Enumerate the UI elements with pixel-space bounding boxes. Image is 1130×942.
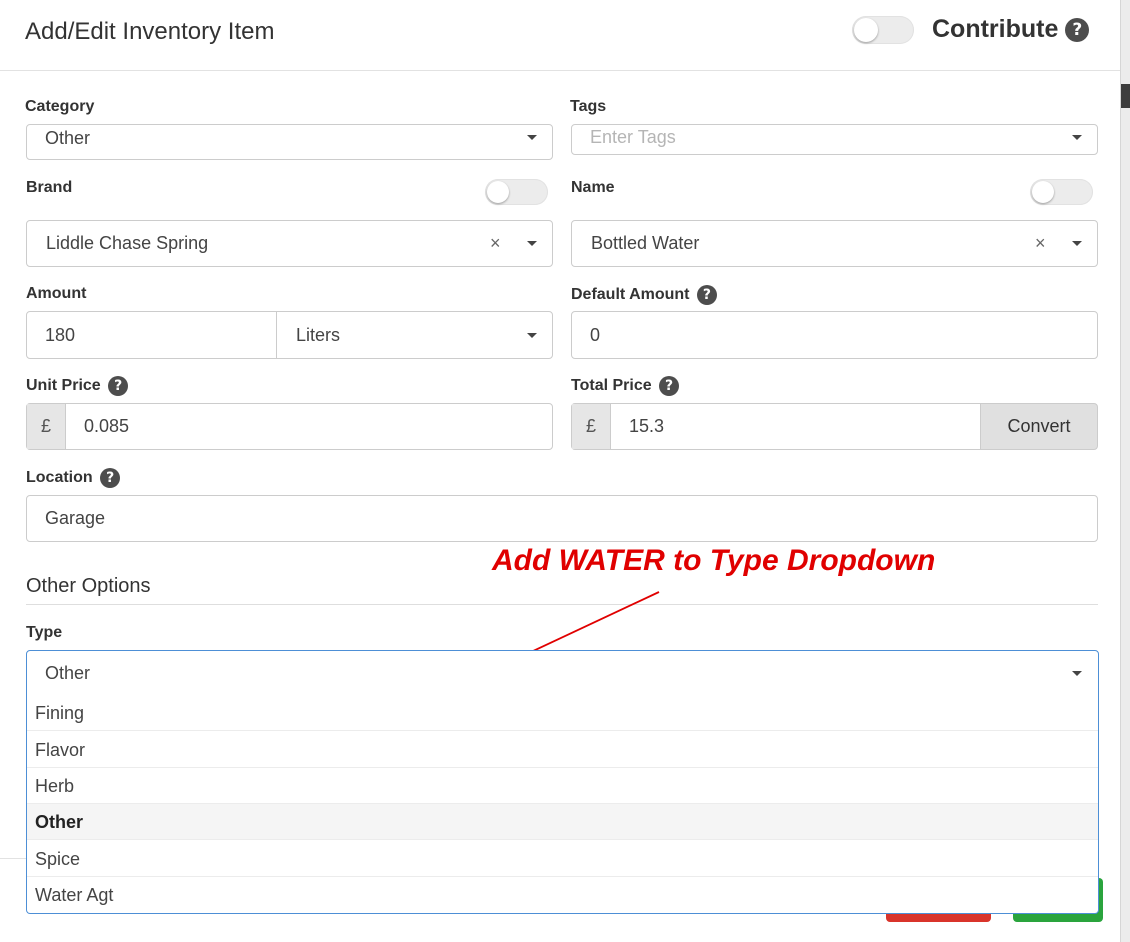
section-divider <box>26 604 1098 605</box>
help-icon[interactable]: ? <box>1065 18 1090 43</box>
location-value: Garage <box>45 508 106 528</box>
clear-icon[interactable]: × <box>490 233 501 254</box>
location-input[interactable]: Garage <box>26 495 1098 542</box>
category-select[interactable]: Other <box>26 124 553 160</box>
unit-price-label: Unit Price ? <box>26 376 129 396</box>
type-label: Type <box>26 624 63 641</box>
help-icon[interactable]: ? <box>696 285 717 305</box>
type-option-water-agt[interactable]: Water Agt <box>27 877 1098 913</box>
unit-price-value: 0.085 <box>84 416 130 436</box>
header-divider <box>0 70 1120 71</box>
amount-label: Amount <box>26 285 87 302</box>
category-value: Other <box>45 128 91 148</box>
unit-price-input-group[interactable]: £ 0.085 <box>26 403 553 450</box>
footer-divider <box>0 858 26 859</box>
amount-input[interactable]: 180 <box>26 311 277 359</box>
default-amount-value: 0 <box>590 325 601 345</box>
caret-down-icon <box>527 135 537 140</box>
total-price-label: Total Price ? <box>571 376 680 396</box>
section-title: Other Options <box>26 575 151 597</box>
brand-label: Brand <box>26 179 73 196</box>
total-price-text: Total Price <box>571 377 652 395</box>
modal-title: Add/Edit Inventory Item <box>25 18 275 45</box>
contribute-label: Contribute ? <box>932 15 1090 44</box>
window-scrollbar[interactable] <box>1120 0 1130 942</box>
amount-unit-select[interactable]: Liters <box>276 311 553 359</box>
name-select[interactable]: Bottled Water × <box>571 220 1098 267</box>
default-amount-text: Default Amount <box>571 286 690 304</box>
caret-down-icon <box>1072 241 1082 246</box>
contribute-toggle[interactable] <box>852 16 914 44</box>
type-option-fining[interactable]: Fining <box>27 695 1098 731</box>
type-select[interactable]: Other <box>26 650 1099 696</box>
total-price-input-group[interactable]: £ 15.3 <box>571 403 982 450</box>
toggle-knob <box>854 18 878 42</box>
tags-placeholder: Enter Tags <box>590 127 676 147</box>
clear-icon[interactable]: × <box>1035 233 1046 254</box>
scrollbar-thumb[interactable] <box>1121 84 1130 108</box>
total-price-value: 15.3 <box>629 416 665 436</box>
toggle-knob <box>1032 181 1054 203</box>
convert-button[interactable]: Convert <box>980 403 1098 450</box>
name-label: Name <box>571 179 615 196</box>
type-option-flavor[interactable]: Flavor <box>27 732 1098 768</box>
caret-down-icon <box>1072 671 1082 676</box>
help-icon[interactable]: ? <box>108 376 129 396</box>
name-toggle[interactable] <box>1030 179 1093 205</box>
brand-select[interactable]: Liddle Chase Spring × <box>26 220 553 267</box>
caret-down-icon <box>527 333 537 338</box>
caret-down-icon <box>1072 135 1082 140</box>
brand-value: Liddle Chase Spring <box>46 233 209 253</box>
help-icon[interactable]: ? <box>100 468 121 488</box>
brand-toggle[interactable] <box>485 179 548 205</box>
tags-label: Tags <box>570 98 607 115</box>
type-value: Other <box>45 663 91 683</box>
location-label: Location ? <box>26 468 121 488</box>
type-option-herb[interactable]: Herb <box>27 768 1098 804</box>
unit-price-text: Unit Price <box>26 377 101 395</box>
amount-value: 180 <box>45 325 76 345</box>
type-option-other[interactable]: Other <box>27 804 1098 840</box>
location-text: Location <box>26 469 93 487</box>
contribute-text: Contribute <box>932 15 1059 43</box>
annotation-text: Add WATER to Type Dropdown <box>492 544 936 577</box>
default-amount-label: Default Amount ? <box>571 285 717 305</box>
tags-input[interactable]: Enter Tags <box>571 124 1098 155</box>
help-icon[interactable]: ? <box>659 376 680 396</box>
name-value: Bottled Water <box>591 233 700 253</box>
currency-addon: £ <box>572 404 611 449</box>
toggle-knob <box>487 181 509 203</box>
type-option-spice[interactable]: Spice <box>27 841 1098 877</box>
default-amount-input[interactable]: 0 <box>571 311 1098 359</box>
category-label: Category <box>25 98 95 115</box>
caret-down-icon <box>527 241 537 246</box>
currency-addon: £ <box>27 404 66 449</box>
amount-unit-value: Liters <box>296 325 341 345</box>
type-dropdown-menu[interactable]: Fining Flavor Herb Other Spice Water Agt <box>26 695 1099 914</box>
